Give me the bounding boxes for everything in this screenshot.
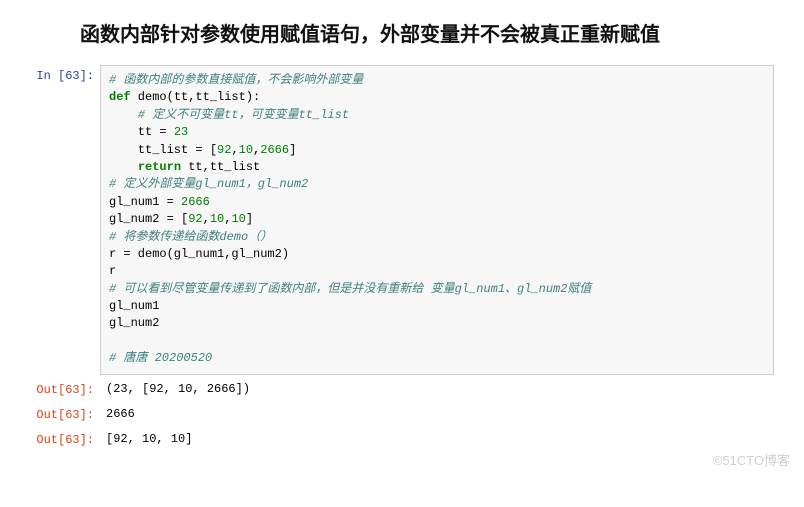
code-line: # 定义外部变量gl_num1，gl_num2 xyxy=(109,177,308,191)
output-cell: Out[63]: [92, 10, 10] xyxy=(30,429,774,450)
code-line: r = demo(gl_num1,gl_num2) xyxy=(109,247,289,261)
output-prompt: Out[63]: xyxy=(30,404,100,422)
code-text: ] xyxy=(246,212,253,226)
watermark: ©51CTO博客 xyxy=(713,450,790,469)
output-cell: Out[63]: 2666 xyxy=(30,404,774,425)
input-cell: In [63]: # 函数内部的参数直接赋值，不会影响外部变量 def demo… xyxy=(30,65,774,375)
keyword-return: return xyxy=(138,160,181,174)
code-line: gl_num1 xyxy=(109,299,159,313)
code-line: # 唐唐 20200520 xyxy=(109,351,212,365)
input-prompt: In [63]: xyxy=(30,65,100,83)
number: 10 xyxy=(239,143,253,157)
output-cell: Out[63]: (23, [92, 10, 2666]) xyxy=(30,379,774,400)
number: 10 xyxy=(231,212,245,226)
number: 2666 xyxy=(260,143,289,157)
code-text: gl_num2 = [ xyxy=(109,212,188,226)
code-line: # 函数内部的参数直接赋值，不会影响外部变量 xyxy=(109,73,363,87)
number: 23 xyxy=(174,125,188,139)
code-text: , xyxy=(231,143,238,157)
page: 函数内部针对参数使用赋值语句，外部变量并不会被真正重新赋值 In [63]: #… xyxy=(0,0,804,475)
code-text xyxy=(109,160,138,174)
code-text: tt = xyxy=(109,125,174,139)
number: 2666 xyxy=(181,195,210,209)
output-text: [92, 10, 10] xyxy=(100,429,774,450)
keyword-def: def xyxy=(109,90,131,104)
code-line: # 将参数传递给函数demo（） xyxy=(109,230,272,244)
number: 10 xyxy=(210,212,224,226)
page-title: 函数内部针对参数使用赋值语句，外部变量并不会被真正重新赋值 xyxy=(80,18,774,47)
code-text: demo(tt,tt_list): xyxy=(131,90,261,104)
number: 92 xyxy=(188,212,202,226)
code-text: tt,tt_list xyxy=(181,160,260,174)
code-line: # 定义不可变量tt，可变变量tt_list xyxy=(109,108,349,122)
output-prompt: Out[63]: xyxy=(30,429,100,447)
code-text: gl_num1 = xyxy=(109,195,181,209)
code-text: , xyxy=(203,212,210,226)
output-text: (23, [92, 10, 2666]) xyxy=(100,379,774,400)
code-editor[interactable]: # 函数内部的参数直接赋值，不会影响外部变量 def demo(tt,tt_li… xyxy=(100,65,774,375)
number: 92 xyxy=(217,143,231,157)
code-line: gl_num2 xyxy=(109,316,159,330)
output-prompt: Out[63]: xyxy=(30,379,100,397)
code-line: # 可以看到尽管变量传递到了函数内部，但是并没有重新给 变量gl_num1、gl… xyxy=(109,282,591,296)
code-text: ] xyxy=(289,143,296,157)
output-text: 2666 xyxy=(100,404,774,425)
code-text: tt_list = [ xyxy=(109,143,217,157)
code-line: r xyxy=(109,264,116,278)
